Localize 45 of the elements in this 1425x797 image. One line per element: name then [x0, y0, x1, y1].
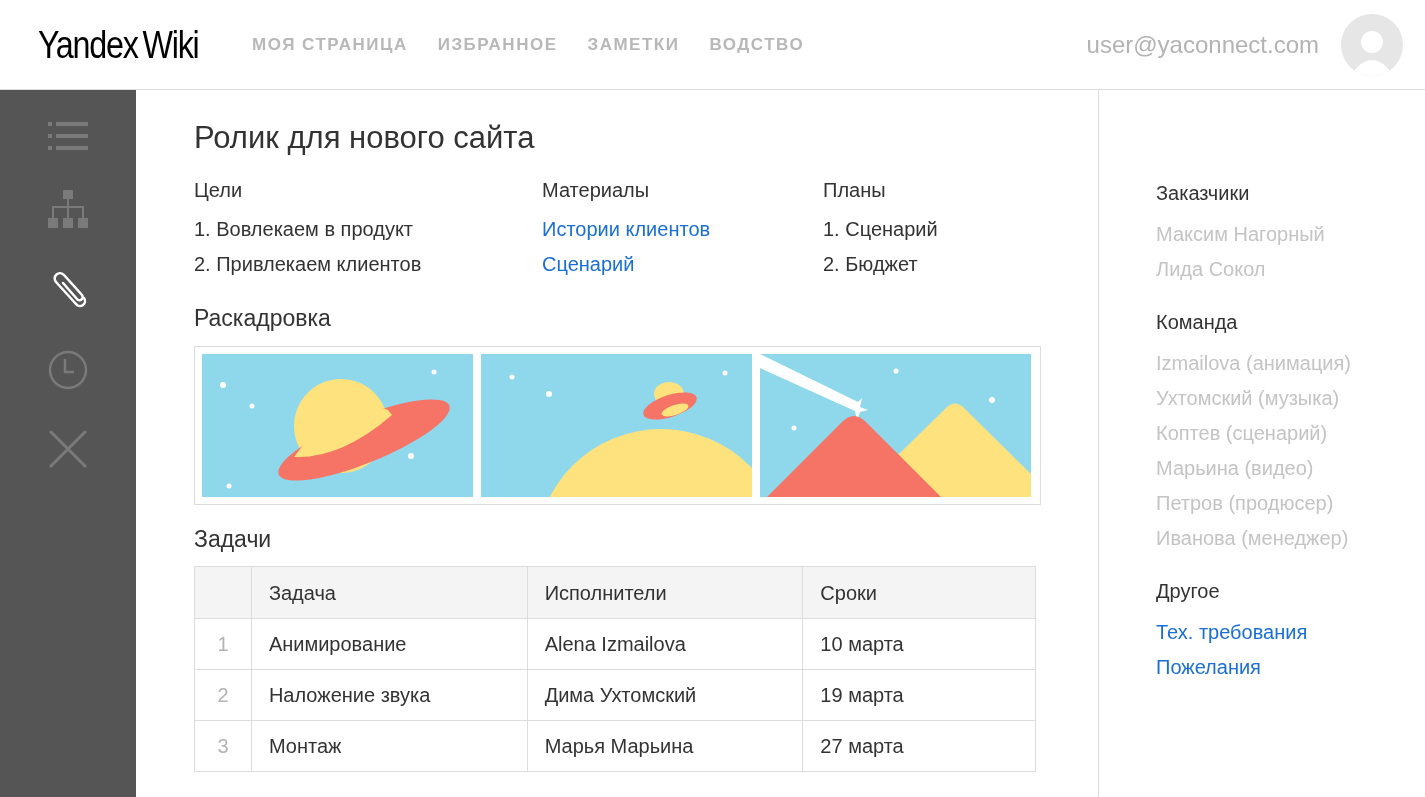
close-icon[interactable]: [49, 430, 87, 468]
list-icon[interactable]: [48, 122, 88, 150]
table-cell: 19 марта: [802, 669, 1036, 721]
column-heading: Цели: [194, 178, 244, 202]
section-heading: Раскадровка: [194, 304, 332, 332]
column-header: Задача: [251, 566, 528, 619]
person-name: Izmailova (анимация): [1156, 351, 1353, 375]
person-name: Максим Нагорный: [1156, 222, 1326, 246]
person-name: Ухтомский (музыка): [1156, 386, 1341, 410]
aside-link[interactable]: Тех. требования: [1156, 620, 1425, 644]
table-cell: Дима Ухтомский: [527, 669, 803, 721]
clock-icon[interactable]: [48, 350, 88, 390]
row-number: 3: [194, 720, 252, 772]
column-header: Сроки: [802, 566, 1036, 619]
aside-link[interactable]: Пожелания: [1156, 655, 1425, 679]
column-heading: Материалы: [542, 178, 651, 202]
logo[interactable]: YandexWiki: [38, 25, 220, 64]
list-item: 2. Привлекаем клиентов: [194, 252, 423, 276]
table-cell: 10 марта: [802, 618, 1036, 670]
aside-heading: Команда: [1156, 310, 1239, 334]
material-link[interactable]: Сценарий: [542, 252, 823, 276]
column-heading: Планы: [823, 178, 887, 202]
table-cell: Alena Izmailova: [527, 618, 803, 670]
hierarchy-icon[interactable]: [48, 190, 88, 228]
table-cell: Марья Марьина: [527, 720, 803, 772]
row-number: 2: [194, 669, 252, 721]
material-link[interactable]: Истории клиентов: [542, 217, 823, 241]
list-item: 1. Сценарий: [823, 217, 939, 241]
table-cell: Анимирование: [251, 618, 528, 670]
aside-heading: Заказчики: [1156, 181, 1251, 205]
page-title: Ролик для нового сайта: [194, 120, 536, 156]
list-item: 1. Вовлекаем в продукт: [194, 217, 415, 241]
row-number: 1: [194, 618, 252, 670]
column-header: Исполнители: [527, 566, 803, 619]
person-name: Иванова (менеджер): [1156, 526, 1350, 550]
section-heading: Задачи: [194, 525, 273, 553]
person-name: Марьина (видео): [1156, 456, 1315, 480]
person-name: Коптев (сценарий): [1156, 421, 1329, 445]
table-cell: Монтаж: [251, 720, 528, 772]
person-name: Лида Сокол: [1156, 257, 1267, 281]
table-cell: Наложение звука: [251, 669, 528, 721]
table-cell: 27 марта: [802, 720, 1036, 772]
list-item: 2. Бюджет: [823, 252, 919, 276]
aside-heading: Другое: [1156, 579, 1221, 603]
person-name: Петров (продюсер): [1156, 491, 1335, 515]
